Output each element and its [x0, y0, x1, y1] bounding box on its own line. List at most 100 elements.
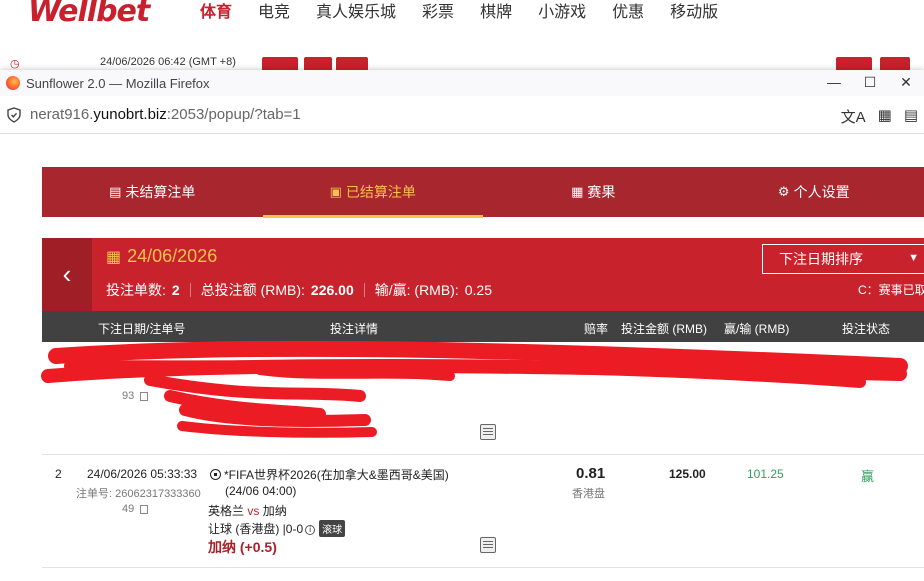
tab-settled[interactable]: ▣ 已结算注单 — [262, 167, 484, 218]
site-menu-cards[interactable]: 棋牌 — [480, 0, 512, 22]
live-badge: 滚球 — [319, 520, 346, 537]
tab-unsettled[interactable]: ▤ 未结算注单 — [42, 167, 263, 217]
site-menu-promotions[interactable]: 优惠 — [612, 0, 644, 22]
scoreboard-icon: ▦ — [571, 184, 584, 199]
legend-hint: C：赛事已取 — [858, 283, 924, 297]
odds-type: 香港盘 — [572, 488, 605, 500]
settled-ticket-icon: ▣ — [329, 184, 342, 199]
bet-slip-icon[interactable] — [480, 424, 496, 440]
tab-label: 已结算注单 — [345, 184, 416, 200]
winloss-label: 输/赢: (RMB): — [374, 282, 459, 298]
window-title: Sunflower 2.0 — Mozilla Firefox — [26, 75, 210, 91]
close-icon[interactable]: ✕ — [888, 70, 924, 94]
window-controls: — ☐ ✕ — [816, 70, 924, 94]
stake-value: 125.00 — [669, 467, 706, 481]
chevron-left-icon: ‹ — [62, 259, 72, 289]
site-logo[interactable]: Wellbet — [28, 0, 150, 29]
soccer-ball-icon — [210, 469, 221, 480]
clock-icon: ◷ — [10, 58, 20, 70]
tab-settings[interactable]: ⚙ 个人设置 — [704, 167, 924, 217]
order-number: 注单号: 26062317333360 — [76, 485, 201, 501]
reader-view-icon[interactable]: ▤ — [904, 106, 918, 127]
site-menu-esports[interactable]: 电竞 — [258, 0, 290, 22]
summary-date: ▦ 24/06/2026 — [106, 246, 217, 267]
minimize-icon[interactable]: — — [816, 70, 852, 94]
column-header: 投注金额 (RMB) — [621, 322, 707, 336]
url-prefix: nerat916. — [30, 106, 94, 123]
vs-label: vs — [247, 504, 260, 518]
away-team: 加纳 — [262, 504, 287, 518]
divider — [189, 283, 191, 297]
row-index: 2 — [55, 467, 62, 481]
event-name: *FIFA世界杯2026(在加拿大&墨西哥&美国) — [224, 468, 449, 482]
bet-datetime: 24/06/2026 05:33:33 — [87, 467, 198, 481]
window-titlebar: Sunflower 2.0 — Mozilla Firefox — ☐ ✕ — [0, 70, 924, 96]
bet-count: 2 — [171, 282, 180, 298]
event-time: (24/06 04:00) — [225, 484, 297, 498]
total-stake: 226.00 — [310, 282, 354, 298]
site-menu-live-casino[interactable]: 真人娱乐城 — [316, 0, 396, 22]
site-menu-minigames[interactable]: 小游戏 — [538, 0, 586, 22]
site-info-shield-icon[interactable] — [6, 106, 22, 123]
bet-slip-icon[interactable] — [480, 537, 496, 553]
calendar-icon: ▦ — [106, 248, 122, 266]
order-number-label: 注单号: — [76, 488, 113, 500]
translate-icon[interactable]: 文A — [841, 106, 866, 127]
summary-header: ‹ ▦ 24/06/2026 投注单数: 2 总投注额 (RMB): 226.00 … — [42, 238, 924, 311]
column-header: 赔率 — [584, 322, 609, 336]
firefox-popup-window: Sunflower 2.0 — Mozilla Firefox — ☐ ✕ ne… — [0, 70, 924, 581]
selection: 加纳 (+0.5) — [208, 539, 277, 555]
sort-select[interactable]: 下注日期排序 ▼ — [762, 244, 924, 274]
url-bar[interactable]: nerat916. yunobrt.biz:2053/popup/?tab=1 — [0, 96, 924, 134]
tab-label: 赛果 — [587, 184, 616, 200]
winloss-value: 101.25 — [747, 467, 784, 481]
table-header: 下注日期/注单号 投注详情 赔率 投注金额 (RMB) 赢/输 (RMB) 投注… — [42, 311, 924, 342]
site-menu-sports[interactable]: 体育 — [200, 0, 232, 22]
table-row: 2 24/06/2026 05:33:33 注单号: 2606231733336… — [42, 455, 924, 568]
status-badge: 赢 — [861, 469, 875, 484]
tab-results[interactable]: ▦ 赛果 — [483, 167, 704, 217]
url-suffix: :2053/popup/?tab=1 — [166, 106, 301, 123]
column-header: 投注详情 — [330, 322, 379, 336]
bet-tabs: ▤ 未结算注单 ▣ 已结算注单 ▦ 赛果 ⚙ 个人设置 — [42, 167, 924, 218]
order-number-tail: 49 — [122, 503, 135, 515]
chevron-down-icon: ▼ — [908, 252, 919, 264]
order-number-fragment: 93 — [122, 390, 135, 402]
copy-icon[interactable] — [140, 505, 148, 514]
home-team: 英格兰 — [208, 504, 245, 518]
copy-icon[interactable] — [140, 392, 148, 401]
winloss-value: 0.25 — [464, 282, 492, 298]
ticket-icon: ▤ — [109, 184, 122, 199]
site-menu-lottery[interactable]: 彩票 — [422, 0, 454, 22]
qr-code-icon[interactable]: ▦ — [878, 106, 892, 127]
url-bar-icons: 文A ▦ ▤ — [841, 106, 918, 127]
market-type: 让球 (香港盘) — [208, 522, 280, 536]
sort-select-value: 下注日期排序 — [779, 251, 863, 267]
summary-date-text: 24/06/2026 — [127, 246, 218, 266]
table-row-redacted: 93 — [42, 342, 924, 455]
info-icon[interactable]: i — [305, 525, 316, 535]
column-header: 下注日期/注单号 — [98, 322, 186, 336]
divider — [363, 283, 365, 297]
url-host: yunobrt.biz — [93, 106, 167, 123]
maximize-icon[interactable]: ☐ — [852, 70, 888, 94]
matchup: 英格兰 vs 加纳 — [208, 502, 287, 519]
tab-label: 个人设置 — [793, 184, 850, 200]
column-header: 赢/输 (RMB) — [724, 322, 790, 336]
site-menu: 体育 电竞 真人娱乐城 彩票 棋牌 小游戏 优惠 移动版 — [200, 0, 744, 22]
score: 0-0 — [285, 522, 304, 536]
screen: Wellbet 体育 电竞 真人娱乐城 彩票 棋牌 小游戏 优惠 移动版 ◷ 2… — [0, 0, 924, 581]
site-menu-mobile[interactable]: 移动版 — [670, 0, 718, 22]
market-line: 让球 (香港盘) |0-0 i 滚球 — [208, 520, 346, 537]
background-site-strip: ◷ 24/06/2026 06:42 (GMT +8) — [0, 52, 924, 73]
odds-value: 0.81 — [576, 465, 606, 482]
gear-icon: ⚙ — [777, 184, 790, 199]
bet-count-label: 投注单数: — [106, 282, 166, 298]
back-button[interactable]: ‹ — [42, 238, 92, 311]
background-site-nav: Wellbet 体育 电竞 真人娱乐城 彩票 棋牌 小游戏 优惠 移动版 — [0, 0, 924, 29]
site-clock: 24/06/2026 06:42 (GMT +8) — [100, 56, 236, 68]
summary-stats: 投注单数: 2 总投注额 (RMB): 226.00 输/赢: (RMB): 0.25 — [106, 280, 492, 300]
column-header: 投注状态 — [842, 322, 891, 336]
event-line: *FIFA世界杯2026(在加拿大&墨西哥&美国) — [210, 466, 449, 483]
tab-label: 未结算注单 — [125, 184, 196, 200]
